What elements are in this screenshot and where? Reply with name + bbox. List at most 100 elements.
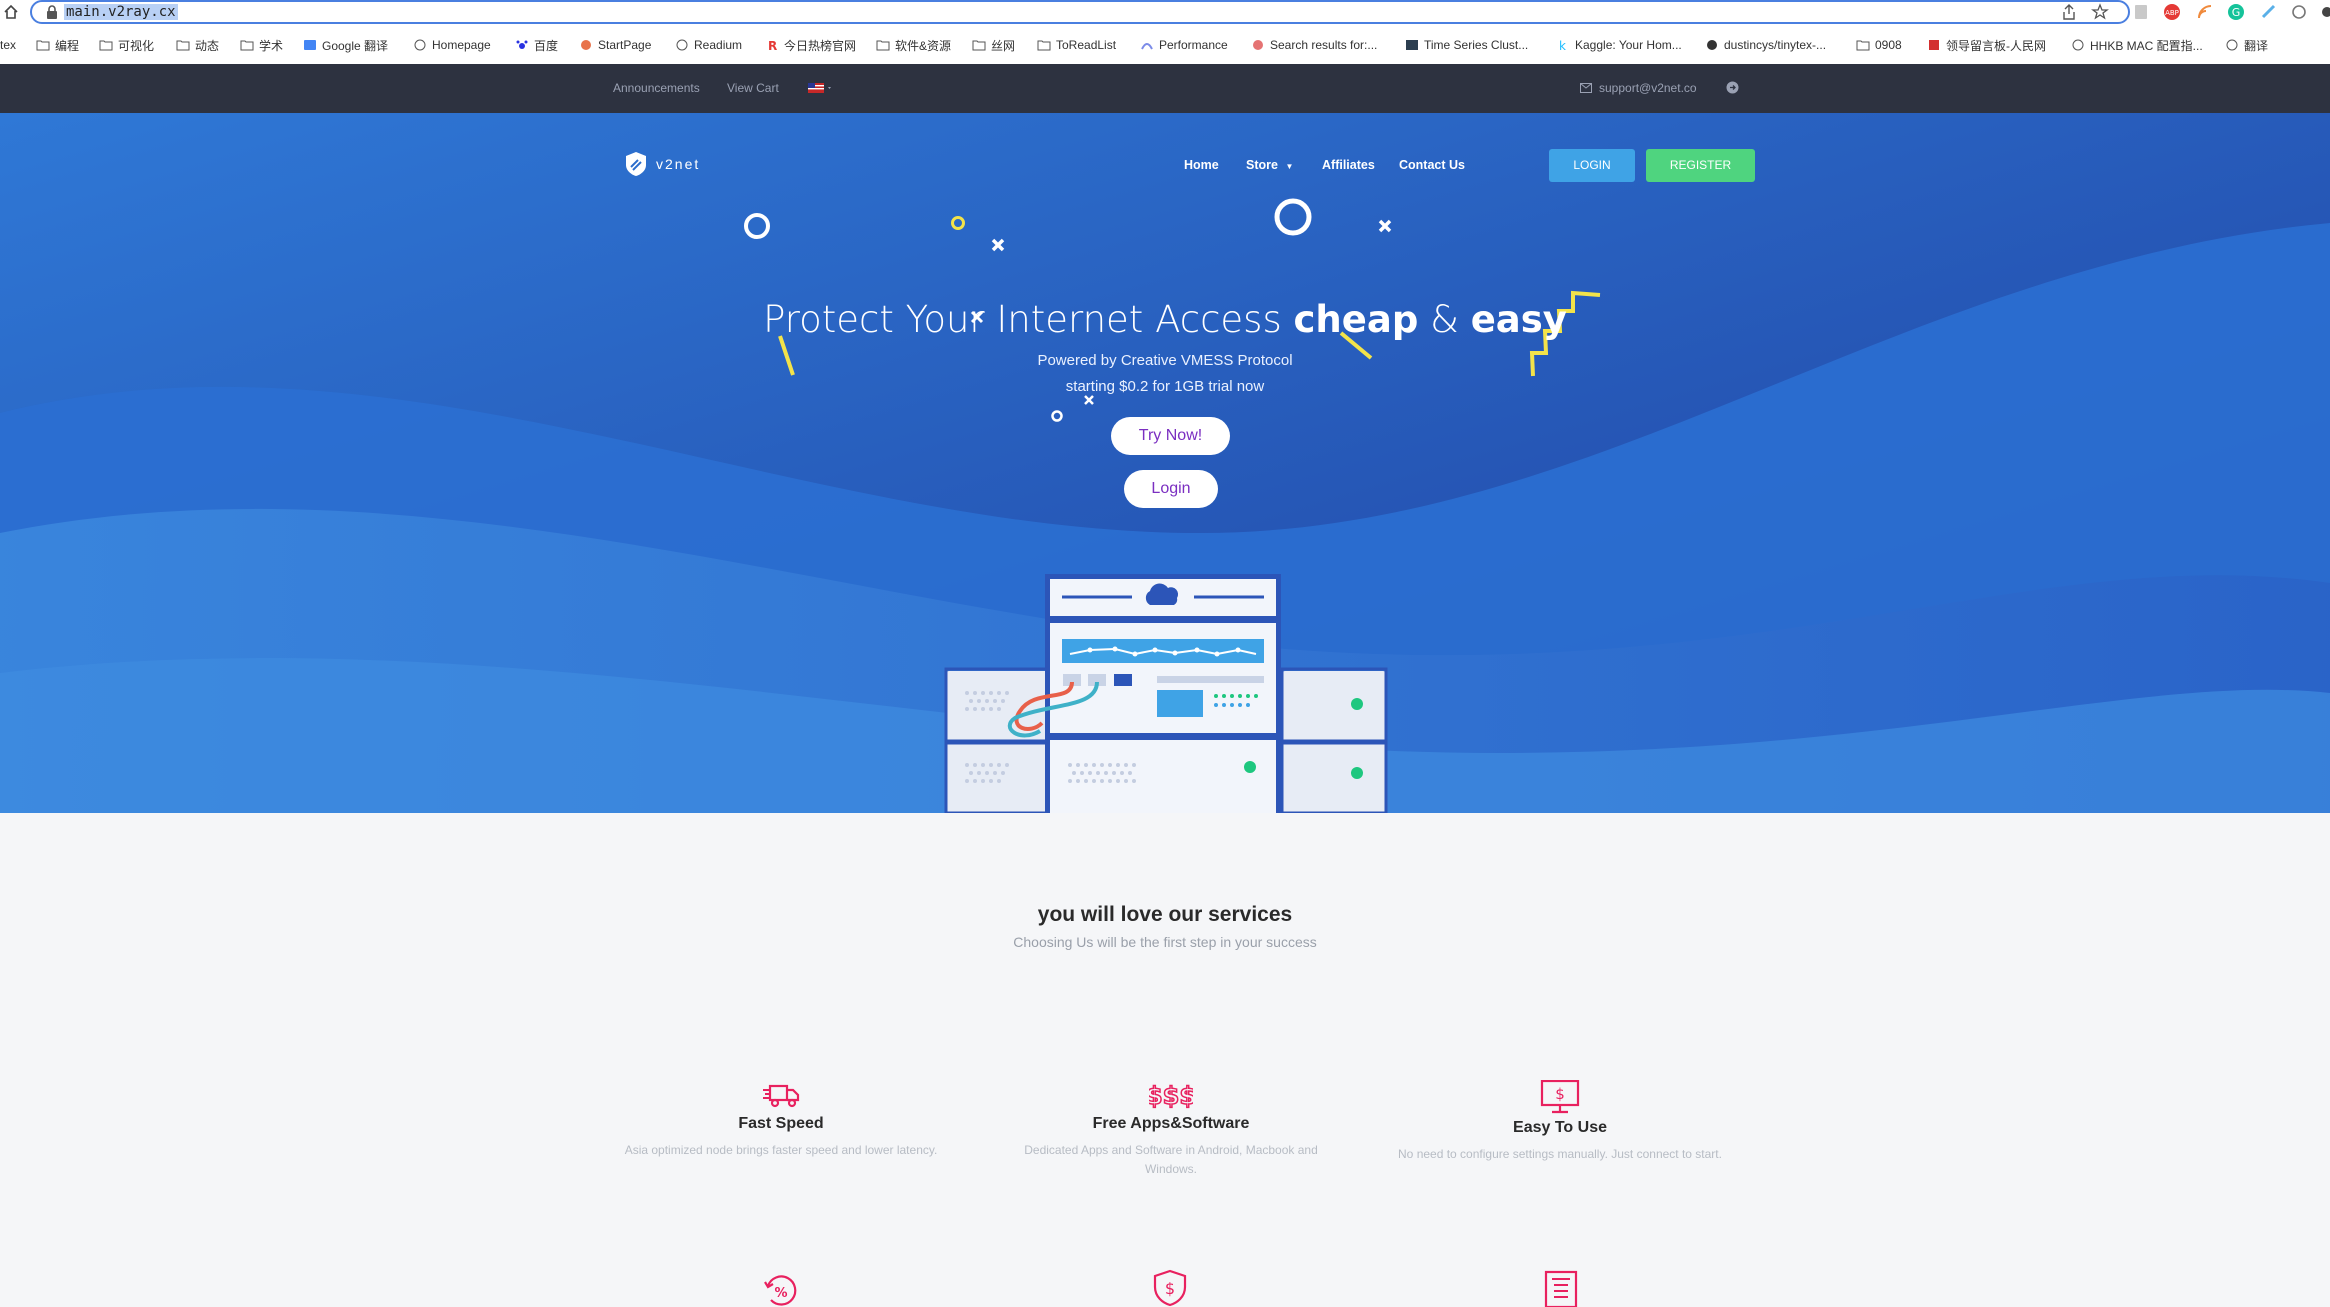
svg-text:$: $	[1555, 1085, 1565, 1103]
bookmark-tinytex[interactable]: dustincys/tinytex-...	[1705, 36, 1826, 54]
us-flag-icon	[808, 83, 831, 93]
bookmark-folder-toreadlist[interactable]: ToReadList	[1037, 36, 1116, 54]
dollar-signs-icon: $$$	[1145, 1081, 1197, 1111]
shield-logo-icon	[626, 152, 646, 176]
discount-icon: %	[764, 1275, 797, 1306]
search-results-icon	[1253, 40, 1263, 50]
folder-icon	[876, 40, 890, 51]
bookmark-label: 今日热榜官网	[784, 38, 857, 53]
nav-contact[interactable]: Contact Us	[1399, 158, 1465, 172]
try-now-button[interactable]: Try Now!	[1111, 417, 1230, 455]
services-title: you will love our services	[1037, 903, 1293, 926]
globe-icon	[414, 39, 426, 51]
nav-affiliates[interactable]: Affiliates	[1322, 158, 1375, 172]
feature-easy-to-use: $ Easy To Use No need to configure setti…	[1395, 1079, 1725, 1164]
bookmark-search-results[interactable]: Search results for:...	[1251, 36, 1377, 54]
baidu-paw-icon	[516, 40, 528, 49]
bookmark-folder-ruanjian[interactable]: 软件&资源	[876, 36, 951, 54]
bookmark-homepage[interactable]: Homepage	[413, 36, 491, 54]
profile-icon[interactable]	[2318, 3, 2330, 21]
bookmark-fanyi[interactable]: 翻译	[2225, 36, 2268, 54]
feature-title: Free Apps&Software	[1092, 1115, 1250, 1132]
bookmark-folder-0908[interactable]: 0908	[1856, 36, 1902, 54]
home-icon[interactable]	[2, 3, 20, 21]
translate-extension-icon[interactable]	[2260, 3, 2278, 21]
reader-extension-icon[interactable]	[2132, 3, 2150, 21]
r-logo-icon: R	[768, 39, 777, 51]
bookmark-kaggle[interactable]: k Kaggle: Your Hom...	[1556, 36, 1682, 54]
bookmark-readium[interactable]: Readium	[675, 36, 742, 54]
bookmark-label: dustincys/tinytex-...	[1724, 38, 1827, 52]
folder-icon	[36, 40, 50, 51]
bookmark-renminwang[interactable]: 领导留言板-人民网	[1927, 36, 2046, 54]
bookmark-baidu[interactable]: 百度	[515, 36, 558, 54]
bookmark-hhkb[interactable]: HHKB MAC 配置指...	[2071, 36, 2203, 54]
google-translate-icon	[304, 40, 316, 50]
bookmark-startpage[interactable]: StartPage	[579, 36, 651, 54]
hero-title-bold-cheap: cheap	[1293, 298, 1419, 341]
hero-title-bold-easy: easy	[1470, 298, 1567, 341]
logout-icon[interactable]	[1726, 81, 1739, 97]
folder-icon	[1037, 40, 1051, 51]
nav-store[interactable]: Store ▼	[1246, 158, 1293, 172]
site-top-bar: Announcements View Cart support@v2net.co	[0, 64, 2330, 113]
register-button[interactable]: REGISTER	[1646, 149, 1755, 182]
feature-fast-speed: Fast Speed Asia optimized node brings fa…	[616, 1080, 946, 1160]
bookmark-label: StartPage	[598, 38, 652, 52]
url-text[interactable]: main.v2ray.cx	[64, 4, 178, 20]
address-row: main.v2ray.cx ABP G	[0, 0, 2330, 26]
bookmark-folder-siwang[interactable]: 丝网	[972, 36, 1015, 54]
share-icon[interactable]	[2060, 3, 2078, 21]
view-cart-link[interactable]: View Cart	[727, 81, 779, 95]
hero-title-light: Protect Your Internet Access	[763, 298, 1294, 341]
bookmark-performance[interactable]: Performance	[1140, 36, 1228, 54]
hero-section: v2net Home Store ▼ Affiliates Contact Us…	[0, 113, 2330, 813]
grammarly-extension-icon[interactable]: G	[2227, 3, 2245, 21]
bookmark-label: 翻译	[2244, 38, 2269, 53]
bookmark-label: 可视化	[118, 38, 155, 53]
bookmark-google-translate[interactable]: Google 翻译	[303, 36, 388, 54]
bookmark-label: 领导留言板-人民网	[1946, 38, 2046, 53]
globe-icon	[676, 39, 688, 51]
bookmark-label: 0908	[1875, 38, 1902, 52]
bookmark-folder-dongtai[interactable]: 动态	[176, 36, 219, 54]
nav-home[interactable]: Home	[1184, 158, 1219, 172]
brand-logo[interactable]: v2net	[624, 151, 700, 177]
folder-icon	[240, 40, 254, 51]
announcements-link[interactable]: Announcements	[613, 81, 700, 95]
language-selector[interactable]	[808, 82, 834, 97]
feature-title: Easy To Use	[1513, 1119, 1607, 1136]
monitor-dollar-icon: $	[1540, 1079, 1580, 1114]
login-button[interactable]: LOGIN	[1549, 149, 1635, 182]
adblock-extension-icon[interactable]: ABP	[2163, 3, 2181, 21]
receipt-icon	[1544, 1270, 1578, 1307]
github-icon	[1707, 40, 1717, 50]
bookmark-folder-biancheng[interactable]: 编程	[36, 36, 79, 54]
address-bar[interactable]: main.v2ray.cx	[30, 0, 2130, 24]
chevron-down-icon: ▼	[1285, 162, 1294, 171]
bookmark-label: Time Series Clust...	[1424, 38, 1529, 52]
support-email-link[interactable]: support@v2net.co	[1599, 81, 1697, 95]
bookmark-folder-xueshu[interactable]: 学术	[240, 36, 283, 54]
feature-title: Fast Speed	[738, 1115, 824, 1132]
link-extension-icon[interactable]	[2290, 3, 2308, 21]
performance-icon	[1141, 43, 1153, 50]
bookmark-label: Readium	[694, 38, 743, 52]
star-icon[interactable]	[2091, 3, 2109, 21]
hero-login-button[interactable]: Login	[1124, 470, 1218, 508]
services-subtitle: Choosing Us will be the first step in yo…	[1013, 934, 1317, 950]
hero-title: Protect Your Internet Access cheap & eas…	[0, 298, 2330, 341]
globe-icon	[2072, 39, 2084, 51]
feature-description: No need to configure settings manually. …	[1398, 1147, 1722, 1161]
hero-subtitle-protocol: Powered by Creative VMESS Protocol	[1037, 352, 1293, 369]
bookmark-folder-keshihua[interactable]: 可视化	[99, 36, 154, 54]
envelope-icon	[1580, 82, 1592, 96]
bookmark-label: Homepage	[432, 38, 491, 52]
truck-icon	[763, 1084, 800, 1108]
bookmark-jinri-rebang[interactable]: R 今日热榜官网	[765, 36, 856, 54]
bookmark-time-series[interactable]: Time Series Clust...	[1405, 36, 1528, 54]
rss-extension-icon[interactable]	[2196, 3, 2214, 21]
hero-subtitle-price: starting $0.2 for 1GB trial now	[1065, 378, 1265, 395]
bookmark-tex[interactable]: tex	[0, 36, 16, 54]
svg-text:G: G	[2232, 6, 2241, 19]
